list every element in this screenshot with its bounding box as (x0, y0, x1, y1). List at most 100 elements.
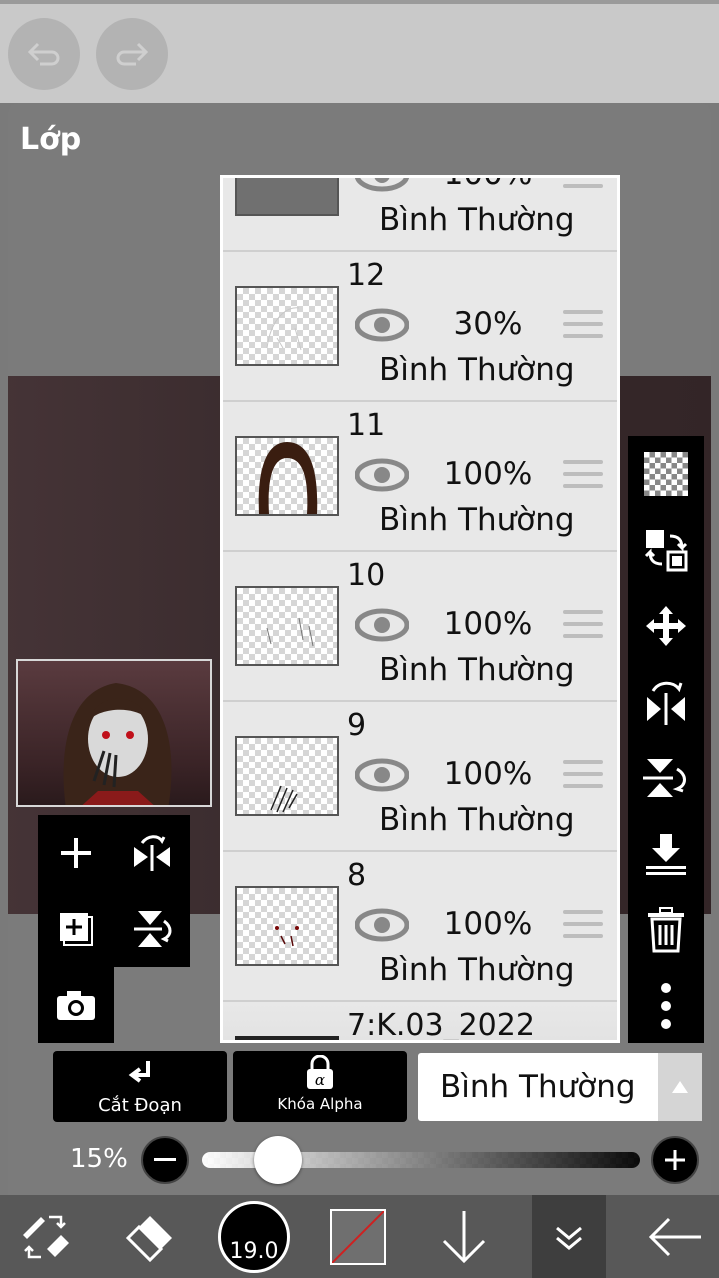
dropdown-arrow-icon[interactable] (658, 1053, 702, 1121)
more-options-button[interactable] (628, 968, 704, 1044)
left-tool-cluster (38, 815, 190, 1043)
drag-handle-icon[interactable] (563, 460, 603, 494)
layer-blend-mode: Bình Thường (379, 952, 575, 988)
visibility-eye-icon[interactable] (354, 758, 410, 796)
minus-icon (154, 1158, 176, 1161)
duplicate-icon (60, 913, 93, 946)
clipping-label: Cắt Đoạn (98, 1095, 182, 1116)
brush-size-button[interactable]: 19.0 (214, 1195, 294, 1278)
top-bar (0, 0, 719, 103)
layer-blend-mode: Bình Thường (379, 502, 575, 538)
layer-opacity: 30% (453, 306, 523, 342)
brush-eraser-swap-icon (23, 1215, 69, 1258)
layer-thumbnail (235, 886, 339, 966)
chevron-double-down-icon (556, 1226, 582, 1250)
drag-handle-icon[interactable] (563, 610, 603, 644)
camera-icon (57, 991, 95, 1020)
layer-name: 12 (347, 258, 386, 293)
clipping-button[interactable]: Cắt Đoạn (53, 1051, 227, 1122)
layer-name: 11 (347, 408, 386, 443)
collapse-panel-button[interactable] (532, 1195, 606, 1278)
layer-thumbnail (235, 436, 339, 516)
add-layer-button[interactable] (38, 815, 114, 891)
layer-blend-mode: Bình Thường (379, 652, 575, 688)
arrow-down-icon (442, 1210, 486, 1263)
layer-item[interactable]: 100% Bình Thường (223, 178, 617, 252)
layer-name: 7:K.03_2022 (347, 1008, 535, 1043)
arrow-left-icon (648, 1217, 701, 1256)
visibility-eye-icon[interactable] (354, 178, 410, 196)
plus-icon (61, 838, 91, 868)
layer-opacity: 100% (443, 906, 533, 942)
visibility-eye-icon[interactable] (354, 908, 410, 946)
undo-button[interactable] (8, 18, 80, 90)
layer-item[interactable]: 12 30% Bình Thường (223, 252, 617, 402)
layer-thumbnail (235, 586, 339, 666)
redo-button[interactable] (96, 18, 168, 90)
flip-layer-horizontal-button[interactable] (114, 815, 190, 891)
drag-handle-icon[interactable] (563, 910, 603, 944)
back-button[interactable] (630, 1195, 719, 1278)
visibility-eye-icon[interactable] (354, 608, 410, 646)
swap-layer-icon (644, 530, 688, 572)
blend-mode-value: Bình Thường (440, 1069, 636, 1105)
checker-icon (644, 452, 688, 496)
layer-item[interactable]: 11 100% Bình Thường (223, 402, 617, 552)
opacity-control: 15% (0, 1130, 719, 1190)
layer-name: 9 (347, 708, 367, 743)
transparent-fill-button[interactable] (628, 436, 704, 512)
eraser-tool-button[interactable] (108, 1195, 188, 1278)
flip-vertical-button[interactable] (628, 740, 704, 816)
layer-list[interactable]: 100% Bình Thường 12 30% Bình Thường 11 (220, 175, 620, 1043)
layer-thumbnail (235, 178, 339, 216)
layer-name: 8 (347, 858, 367, 893)
layer-item[interactable]: 8 100% Bình Thường (223, 852, 617, 1002)
drag-handle-icon[interactable] (563, 760, 603, 794)
more-icon (661, 983, 671, 1029)
opacity-decrease-button[interactable] (141, 1136, 189, 1184)
visibility-eye-icon[interactable] (354, 308, 410, 346)
eraser-icon (125, 1215, 172, 1262)
opacity-label: 15% (70, 1144, 128, 1174)
alpha-lock-button[interactable]: α Khóa Alpha (233, 1051, 407, 1122)
right-tool-strip (628, 436, 704, 1043)
drag-handle-icon[interactable] (563, 310, 603, 344)
layer-item[interactable]: 10 100% Bình Thường (223, 552, 617, 702)
layer-thumbnail (235, 736, 339, 816)
color-picker-button[interactable] (318, 1195, 398, 1278)
layer-down-button[interactable] (424, 1195, 504, 1278)
tool-switch-button[interactable] (0, 1195, 90, 1278)
flip-layer-vertical-button[interactable] (114, 891, 190, 967)
layer-opacity: 100% (443, 756, 533, 792)
undo-icon (27, 42, 60, 66)
canvas-preview[interactable] (16, 659, 212, 807)
layer-name: 10 (347, 558, 386, 593)
move-icon (646, 606, 686, 646)
merge-down-button[interactable] (628, 816, 704, 892)
opacity-increase-button[interactable] (651, 1136, 699, 1184)
drag-handle-icon[interactable] (563, 178, 603, 194)
duplicate-layer-button[interactable] (38, 891, 114, 967)
flip-vertical-icon (134, 911, 172, 947)
folder-thumbnail (235, 1036, 339, 1040)
layer-thumbnail (235, 286, 339, 366)
merge-down-icon (646, 834, 686, 875)
layer-opacity: 100% (423, 178, 553, 192)
move-layer-button[interactable] (628, 588, 704, 664)
alpha-lock-label: Khóa Alpha (277, 1095, 363, 1113)
flip-horizontal-icon (134, 835, 170, 871)
preview-art-image (63, 683, 172, 805)
plus-icon (665, 1150, 685, 1170)
camera-button[interactable] (38, 967, 114, 1043)
swap-layer-button[interactable] (628, 512, 704, 588)
layer-folder-item[interactable]: 7:K.03_2022 (223, 1002, 617, 1043)
delete-layer-button[interactable] (628, 892, 704, 968)
flip-horizontal-button[interactable] (628, 664, 704, 740)
layer-blend-mode: Bình Thường (379, 352, 575, 388)
clip-arrow-icon (128, 1061, 150, 1083)
blend-mode-select[interactable]: Bình Thường (418, 1053, 702, 1121)
layer-opacity: 100% (443, 456, 533, 492)
visibility-eye-icon[interactable] (354, 458, 410, 496)
layer-item[interactable]: 9 100% Bình Thường (223, 702, 617, 852)
opacity-slider-handle[interactable] (253, 1136, 302, 1184)
